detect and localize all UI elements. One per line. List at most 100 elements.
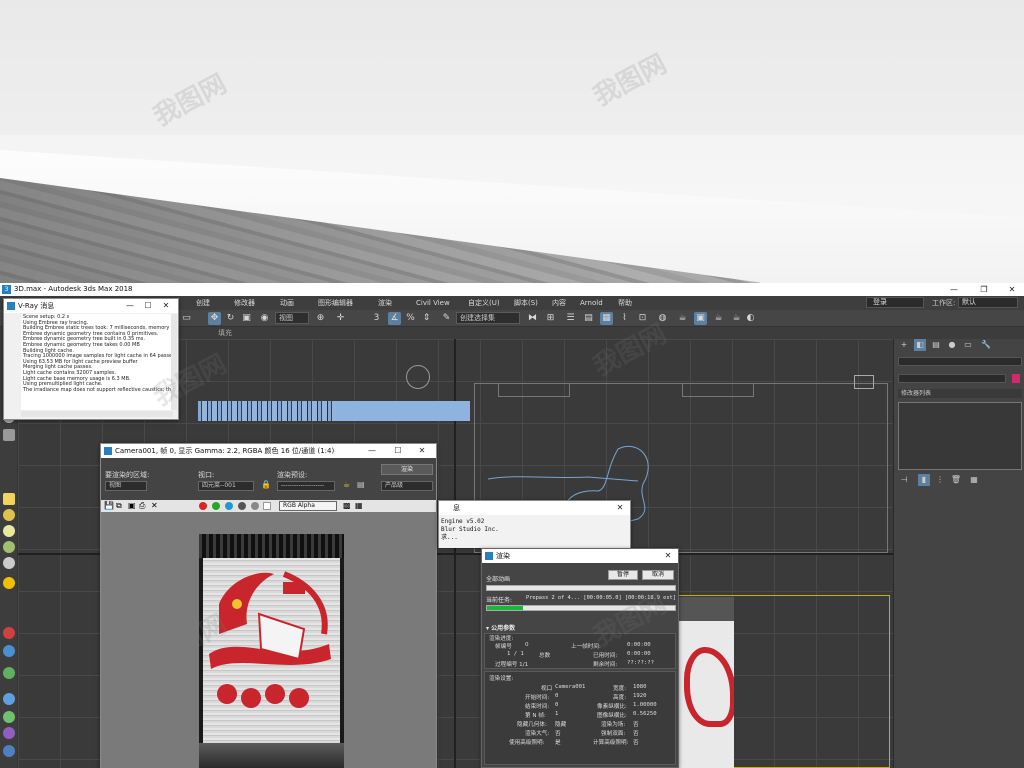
pivot-icon[interactable]: ⊕ xyxy=(314,312,327,325)
environment-icon[interactable]: ▤ xyxy=(357,480,365,489)
schematic-view-icon[interactable]: ⊡ xyxy=(636,312,649,325)
show-end-result-icon[interactable]: ▮ xyxy=(918,474,930,486)
print-icon[interactable]: ⎙ xyxy=(139,501,145,511)
fb-close-button[interactable]: ✕ xyxy=(414,444,430,458)
sun-icon[interactable] xyxy=(3,577,15,589)
rp-titlebar[interactable]: 渲染 ✕ xyxy=(482,549,678,563)
cancel-button[interactable]: 取消 xyxy=(642,570,674,580)
blue-channel-icon[interactable] xyxy=(225,502,233,510)
vray-log[interactable]: Scene setup: 0.2 s Using Embree ray trac… xyxy=(21,314,173,410)
create-tab-icon[interactable]: + xyxy=(898,339,910,351)
production-dropdown[interactable]: 产品级 xyxy=(381,481,433,491)
render-icon[interactable] xyxy=(3,745,15,757)
ribbon-icon[interactable]: ▦ xyxy=(600,312,613,325)
about-close-button[interactable]: ✕ xyxy=(612,501,628,515)
remove-modifier-icon[interactable]: 🗑 xyxy=(950,474,962,486)
snap-3d-icon[interactable]: 3 xyxy=(370,312,383,325)
particle-icon[interactable] xyxy=(3,727,15,739)
rendered-frame-window-icon[interactable]: ▣ xyxy=(694,312,707,325)
sphere-yellow-icon[interactable] xyxy=(3,509,15,521)
select-rotate-icon[interactable]: ↻ xyxy=(224,312,237,325)
vray-close-button[interactable]: ✕ xyxy=(158,299,174,313)
select-object-icon[interactable]: ▭ xyxy=(180,312,193,325)
material-editor-icon[interactable]: ◍ xyxy=(656,312,669,325)
spinner-snap-icon[interactable]: ⇕ xyxy=(420,312,433,325)
display-tab-icon[interactable]: ▭ xyxy=(962,339,974,351)
green-channel-icon[interactable] xyxy=(212,502,220,510)
mono-channel-icon[interactable] xyxy=(251,502,259,510)
curve-editor-icon[interactable]: ⌇ xyxy=(618,312,631,325)
menu-animation[interactable]: 动画 xyxy=(280,296,294,310)
render-button[interactable]: 渲染 xyxy=(381,464,433,475)
restore-button[interactable]: ❐ xyxy=(974,283,994,296)
render-setup-icon[interactable]: ☕ xyxy=(676,312,689,325)
swatch-icon[interactable] xyxy=(263,502,271,510)
about-titlebar[interactable]: 息 ✕ xyxy=(439,501,630,515)
clear-icon[interactable]: ✕ xyxy=(151,501,158,510)
select-move-icon[interactable]: ✥ xyxy=(208,312,221,325)
region-icon[interactable]: ▦ xyxy=(355,501,363,510)
menu-customize[interactable]: 自定义(U) xyxy=(468,296,500,310)
globe-icon[interactable] xyxy=(3,693,15,705)
pause-button[interactable]: 暂停 xyxy=(608,570,638,580)
space-warp-icon[interactable] xyxy=(3,645,15,657)
cone-icon[interactable] xyxy=(3,557,15,569)
display-toggle-icon[interactable]: ▩ xyxy=(343,501,351,510)
vray-vertical-scrollbar[interactable] xyxy=(171,314,177,410)
alpha-channel-icon[interactable] xyxy=(238,502,246,510)
render-setup-icon[interactable]: ☕ xyxy=(343,480,350,489)
minimize-button[interactable]: — xyxy=(944,283,964,296)
render-production-icon[interactable]: ☕ xyxy=(712,312,725,325)
area-to-render-dropdown[interactable]: 视图 xyxy=(105,481,147,491)
channel-dropdown[interactable]: RGB Alpha xyxy=(279,501,337,511)
reference-coord-dropdown[interactable]: 视图 xyxy=(275,312,309,324)
edit-named-sets-icon[interactable]: ✎ xyxy=(440,312,453,325)
object-name-input[interactable] xyxy=(898,374,1006,383)
make-unique-icon[interactable]: ⋮ xyxy=(934,474,946,486)
menu-civil-view[interactable]: Civil View xyxy=(416,296,450,310)
workspace-dropdown[interactable]: 默认 xyxy=(958,297,1018,308)
configure-sets-icon[interactable]: ▦ xyxy=(968,474,980,486)
named-selection-dropdown[interactable]: 创建选择集 xyxy=(456,312,520,324)
login-dropdown[interactable]: 登录 xyxy=(866,297,924,308)
mirror-icon[interactable]: ⧓ xyxy=(526,312,539,325)
vray-minimize-button[interactable]: — xyxy=(122,299,138,313)
fb-minimize-button[interactable]: — xyxy=(364,444,380,458)
vray-horizontal-scrollbar[interactable] xyxy=(21,411,173,417)
pin-stack-icon[interactable]: ⊣ xyxy=(898,474,910,486)
fb-titlebar[interactable]: Camera001, 帧 0, 显示 Gamma: 2.2, RGBA 颜色 1… xyxy=(101,444,436,458)
modify-tab-icon[interactable]: ◧ xyxy=(914,339,926,351)
vray-maximize-button[interactable]: ☐ xyxy=(140,299,156,313)
hierarchy-tab-icon[interactable]: ▤ xyxy=(930,339,942,351)
menu-arnold[interactable]: Arnold xyxy=(580,296,603,310)
modifier-list-dropdown[interactable]: 修改器列表 xyxy=(898,389,1022,398)
menu-create[interactable]: 创建 xyxy=(196,296,210,310)
motion-tab-icon[interactable]: ● xyxy=(946,339,958,351)
angle-snap-icon[interactable]: ∡ xyxy=(388,312,401,325)
close-button[interactable]: ✕ xyxy=(1002,283,1022,296)
clone-frame-icon[interactable]: ⧉ xyxy=(116,501,122,511)
object-color-swatch[interactable] xyxy=(1012,374,1020,383)
utilities-tab-icon[interactable]: 🔧 xyxy=(980,339,992,351)
helper-icon[interactable] xyxy=(3,627,15,639)
menu-rendering[interactable]: 渲染 xyxy=(378,296,392,310)
save-image-icon[interactable]: 💾 xyxy=(104,501,114,510)
select-manipulate-icon[interactable]: ✛ xyxy=(334,312,347,325)
cube-tool-icon[interactable] xyxy=(3,493,15,505)
plant-icon[interactable] xyxy=(3,541,15,553)
systems-icon[interactable] xyxy=(3,667,15,679)
align-icon[interactable]: ⊞ xyxy=(544,312,557,325)
menu-help[interactable]: 帮助 xyxy=(618,296,632,310)
camera-gizmo-icon[interactable] xyxy=(854,375,874,389)
render-iterative-icon[interactable]: ☕ xyxy=(730,312,743,325)
select-place-icon[interactable]: ◉ xyxy=(258,312,271,325)
object-name-field[interactable] xyxy=(898,357,1022,366)
ribbon-populate-label[interactable]: 填充 xyxy=(218,327,232,339)
menu-graph-editors[interactable]: 图形编辑器 xyxy=(318,296,353,310)
lock-icon[interactable]: 🔒 xyxy=(261,480,271,489)
layer-explorer-icon[interactable]: ▤ xyxy=(582,312,595,325)
tree-icon[interactable] xyxy=(3,711,15,723)
select-scale-icon[interactable]: ▣ xyxy=(240,312,253,325)
common-params-title[interactable]: ▾ 公用参数 xyxy=(486,623,515,632)
fb-maximize-button[interactable]: ☐ xyxy=(390,444,406,458)
